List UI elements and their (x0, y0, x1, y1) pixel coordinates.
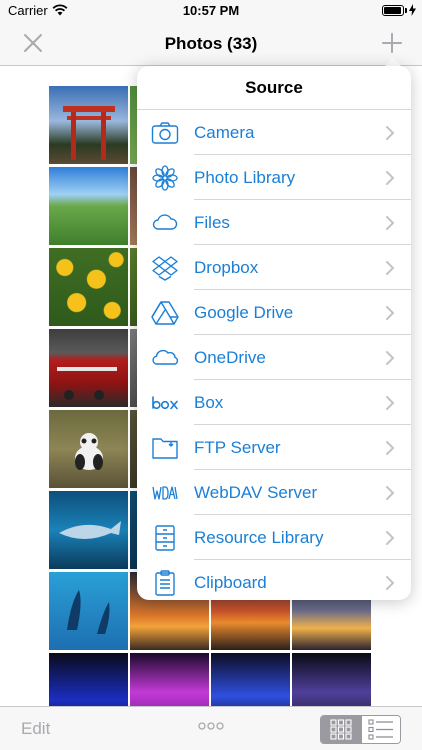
photo-thumbnail[interactable] (49, 86, 128, 164)
cloud-icon (152, 214, 178, 230)
chevron-right-icon (386, 171, 395, 185)
source-item-label: FTP Server (194, 438, 281, 457)
source-item-label: OneDrive (194, 348, 266, 367)
source-item-label: Resource Library (194, 528, 324, 547)
source-item-label: Files (194, 213, 230, 232)
app-screen: Carrier 10:57 PM Photos (33) Source Came… (0, 0, 422, 750)
box-icon (152, 396, 178, 410)
navigation-bar: Photos (33) (0, 22, 422, 66)
photo-thumbnail[interactable] (49, 572, 128, 650)
battery-fill (384, 7, 401, 14)
page-title: Photos (33) (164, 34, 258, 53)
webdav-icon (152, 486, 178, 500)
source-item-clipboard[interactable]: Clipboard (137, 560, 411, 600)
chevron-right-icon (386, 441, 395, 455)
photo-thumbnail[interactable] (49, 167, 128, 245)
clipboard-icon (155, 570, 175, 596)
chevron-right-icon (386, 486, 395, 500)
add-icon[interactable] (380, 31, 404, 55)
source-popover: Source Camera Photo Library Files Dropbo… (137, 66, 411, 600)
photo-library-icon (152, 165, 178, 191)
source-item-resource-library[interactable]: Resource Library (137, 515, 411, 560)
chevron-right-icon (386, 396, 395, 410)
photo-thumbnail[interactable] (130, 653, 209, 706)
source-item-photo-library[interactable]: Photo Library (137, 155, 411, 200)
source-item-google-drive[interactable]: Google Drive (137, 290, 411, 335)
source-item-label: Google Drive (194, 303, 294, 322)
popover-title: Source (245, 78, 303, 97)
cabinet-icon (155, 525, 175, 551)
source-item-label: Photo Library (194, 168, 296, 187)
source-item-label: Dropbox (194, 258, 259, 277)
photo-thumbnail[interactable] (49, 653, 128, 706)
photo-thumbnail[interactable] (49, 248, 128, 326)
edit-button[interactable]: Edit (21, 719, 50, 739)
ftp-folder-icon (152, 438, 178, 459)
source-item-camera[interactable]: Camera (137, 110, 411, 155)
source-item-onedrive[interactable]: OneDrive (137, 335, 411, 380)
clock: 10:57 PM (182, 3, 240, 18)
source-item-webdav-server[interactable]: WebDAV Server (137, 470, 411, 515)
battery-icon (382, 5, 404, 16)
chevron-right-icon (386, 306, 395, 320)
google-drive-icon (151, 301, 179, 325)
source-item-ftp-server[interactable]: FTP Server (137, 425, 411, 470)
photo-thumbnail[interactable] (49, 329, 128, 407)
popover-header: Source (137, 66, 411, 110)
camera-icon (151, 122, 179, 144)
chevron-right-icon (386, 126, 395, 140)
photo-thumbnail[interactable] (292, 653, 371, 706)
charging-icon (409, 4, 416, 16)
chevron-right-icon (386, 216, 395, 230)
source-item-label: Camera (194, 123, 255, 142)
bottom-toolbar: Edit (0, 706, 422, 750)
more-icon[interactable] (198, 721, 224, 731)
source-item-label: Box (194, 393, 224, 412)
battery-tip (405, 8, 407, 13)
status-bar: Carrier 10:57 PM (0, 0, 422, 22)
source-item-files[interactable]: Files (137, 200, 411, 245)
source-item-dropbox[interactable]: Dropbox (137, 245, 411, 290)
source-item-label: WebDAV Server (194, 483, 318, 502)
chevron-right-icon (386, 531, 395, 545)
photo-thumbnail[interactable] (49, 410, 128, 488)
photo-thumbnail[interactable] (211, 653, 290, 706)
list-view-segment[interactable] (361, 716, 400, 743)
list-view-icon (368, 719, 393, 740)
onedrive-icon (152, 349, 179, 365)
view-mode-segmented-control (320, 715, 401, 744)
source-item-box[interactable]: Box (137, 380, 411, 425)
grid-view-segment[interactable] (321, 716, 361, 743)
source-item-label: Clipboard (194, 573, 267, 592)
grid-view-icon (330, 719, 352, 740)
photo-thumbnail[interactable] (49, 491, 128, 569)
chevron-right-icon (386, 351, 395, 365)
chevron-right-icon (386, 576, 395, 590)
dropbox-icon (152, 256, 178, 281)
chevron-right-icon (386, 261, 395, 275)
